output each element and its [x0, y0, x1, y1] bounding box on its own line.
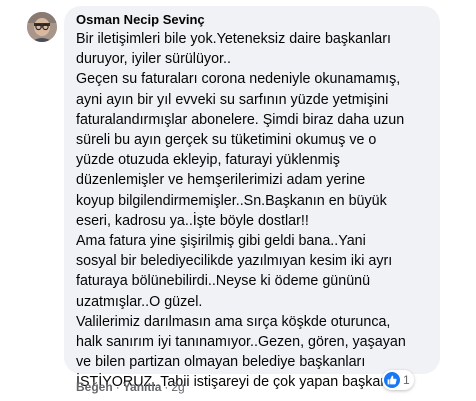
comment-line: halk sanırım iyi tanınamıyor..Gezen, gör…	[76, 334, 406, 351]
comment-line: Ama fatura yine şişirilmiş gibi geldi ba…	[76, 233, 366, 250]
comment-paragraph: Bir iletişimleri bile yok.Yeteneksiz dai…	[76, 29, 428, 69]
comment-line: düzenlemişler ve hemşerilerimizi adam ye…	[76, 172, 366, 189]
separator: ·	[115, 380, 120, 394]
comment-text: Bir iletişimleri bile yok.Yeteneksiz dai…	[76, 29, 428, 393]
separator: ·	[164, 380, 169, 394]
thumbs-up-icon	[384, 372, 400, 388]
comment-paragraph: Geçen su faturaları corona nedeniyle oku…	[76, 69, 428, 231]
comment-line: süreli bu ayın gerçek su tüketimini okum…	[76, 132, 377, 149]
comment-line: koyup bilgilendirmemişler..Sn.Başkanın e…	[76, 192, 387, 209]
comment-line: sosyal bir belediyecilikde yazılmıyan ke…	[76, 253, 393, 270]
comment-line: ve bilen partizan olmayan belediye başka…	[76, 354, 366, 371]
comment-bubble: Osman Necip Sevinç Bir iletişimleri bile…	[64, 6, 440, 390]
reply-button[interactable]: Yanıtla	[123, 380, 162, 394]
comment-paragraph: Ama fatura yine şişirilmiş gibi geldi ba…	[76, 231, 428, 312]
like-button[interactable]: Beğen	[76, 380, 113, 394]
comment-line: faturaya bölünebilirdi..Neyse ki ödeme g…	[76, 273, 371, 290]
reaction-summary[interactable]: 1	[382, 370, 414, 390]
comment-line: Geçen su faturaları corona nedeniyle oku…	[76, 71, 401, 88]
comment-author[interactable]: Osman Necip Sevinç	[76, 11, 428, 28]
comment-line: Bir iletişimleri bile yok.Yeteneksiz dai…	[76, 31, 391, 47]
avatar[interactable]	[27, 12, 57, 42]
comment-line: ayni ayın bir yıl evveki su sarfının yüz…	[76, 91, 389, 108]
comment-line: eseri, kadrosu ya..İşte böyle dostlar!!	[76, 212, 309, 229]
comment-line: uzatmışlar..O güzel.	[76, 293, 203, 310]
reaction-count: 1	[403, 373, 410, 387]
comment-actions: Beğen · Yanıtla · 2g	[76, 379, 185, 395]
timestamp[interactable]: 2g	[171, 380, 184, 394]
comment-line: Valilerimiz darılmasın ama sırça köşkde …	[76, 313, 391, 330]
comment-line: yüzde otuzuda ekleyip, faturayi yüklenmi…	[76, 152, 340, 169]
comment-line: faturalandırmışlar abonelere. Şimdi bira…	[76, 111, 405, 128]
comment-line: duruyor, iyiler sürülüyor..	[76, 51, 231, 68]
